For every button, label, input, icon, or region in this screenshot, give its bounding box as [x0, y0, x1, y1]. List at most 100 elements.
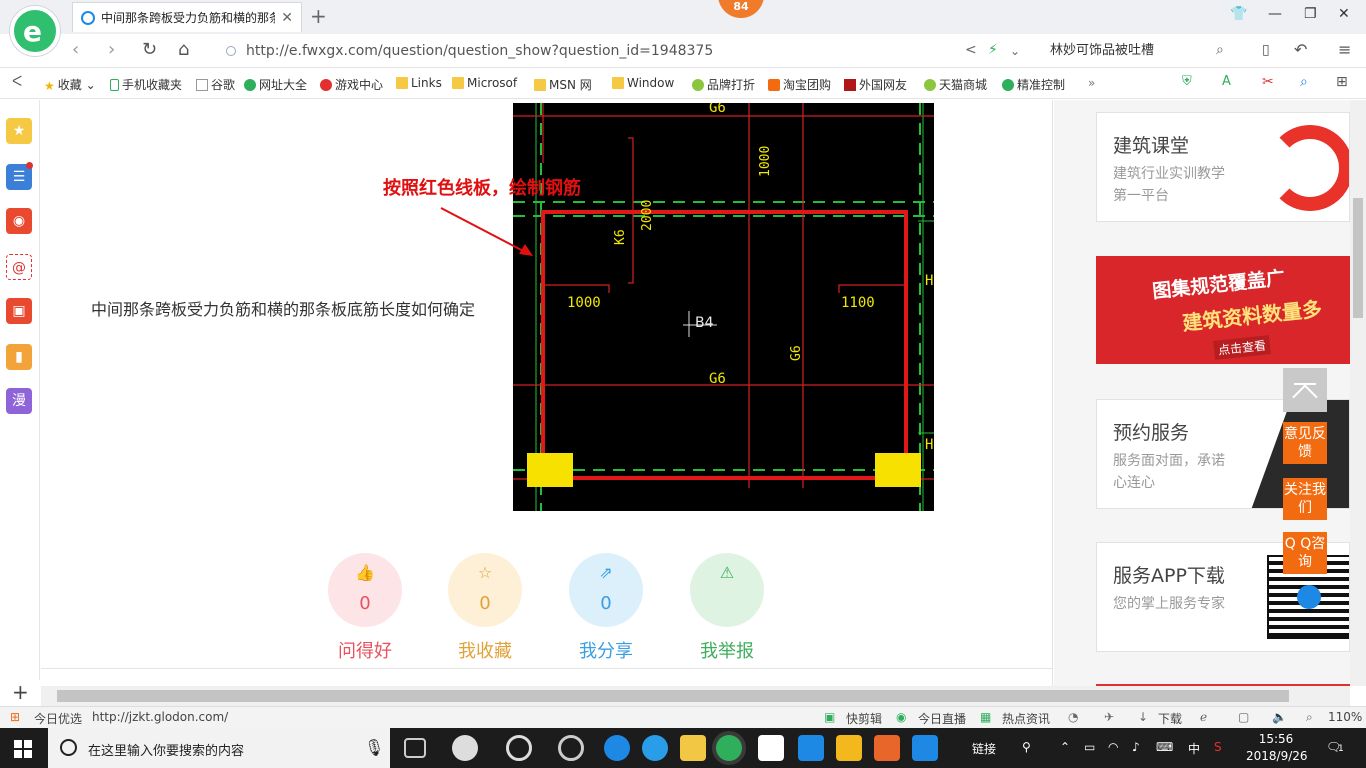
- bookmark-mobile[interactable]: 手机收藏夹: [110, 76, 182, 93]
- horizontal-scroll-thumb[interactable]: [57, 690, 1289, 702]
- course-card[interactable]: 建筑课堂 建筑行业实训教学第一平台: [1096, 112, 1350, 222]
- shield-icon[interactable]: ⛨: [1182, 74, 1192, 89]
- mail-sidebar-icon[interactable]: @: [6, 254, 32, 280]
- maximize-icon[interactable]: ❐: [1304, 6, 1317, 22]
- notification-badge[interactable]: 84: [718, 0, 764, 18]
- weibo-sidebar-icon[interactable]: ◉: [6, 208, 32, 234]
- report-button[interactable]: ⚠ 我举报: [690, 553, 764, 663]
- forward-icon[interactable]: ›: [108, 39, 115, 60]
- download-link[interactable]: 下载: [1158, 710, 1182, 727]
- translate-icon[interactable]: A: [1222, 74, 1231, 89]
- speaker-icon[interactable]: ♪: [1132, 740, 1140, 754]
- search-icon[interactable]: ⌕: [1216, 42, 1224, 58]
- lightning-icon[interactable]: ⚡: [988, 42, 998, 58]
- battery-icon[interactable]: ▭: [1084, 740, 1095, 754]
- undo-icon[interactable]: ↶: [1294, 40, 1307, 59]
- back-icon[interactable]: ‹: [72, 39, 79, 60]
- task-view-icon[interactable]: [404, 738, 426, 758]
- app-ring-icon[interactable]: [558, 735, 584, 761]
- zoom-level[interactable]: 110%: [1328, 710, 1362, 724]
- start-button[interactable]: [14, 740, 32, 758]
- edge-legacy-icon[interactable]: [506, 735, 532, 761]
- speed-icon[interactable]: ◔: [1068, 710, 1078, 724]
- qq-consult-button[interactable]: Q Q咨询: [1283, 532, 1327, 574]
- microphone-icon[interactable]: 🎙: [364, 738, 384, 757]
- more-bookmarks-icon[interactable]: »: [1088, 76, 1095, 90]
- promo-banner[interactable]: 图集规范覆盖广 建筑资料数量多 点击查看: [1096, 256, 1350, 364]
- browser-tab[interactable]: 中间那条跨板受力负筋和横的那条 ✕: [72, 2, 302, 32]
- bookmark-brand-discount[interactable]: 品牌打折: [692, 76, 755, 93]
- share-icon[interactable]: <: [965, 42, 977, 58]
- bookmark-hao123[interactable]: 网址大全: [244, 76, 307, 93]
- vertical-scroll-thumb[interactable]: [1353, 198, 1363, 318]
- g-app-icon[interactable]: [798, 735, 824, 761]
- bookmark-taobao[interactable]: 淘宝团购: [768, 76, 831, 93]
- horizontal-scrollbar[interactable]: [41, 686, 1350, 706]
- close-window-icon[interactable]: ✕: [1338, 6, 1350, 22]
- bookmark-tmall[interactable]: 天猫商城: [924, 76, 987, 93]
- live-link[interactable]: 今日直播: [918, 710, 966, 727]
- bookmark-foreign[interactable]: 外国网友: [844, 76, 907, 93]
- volume-icon[interactable]: 🔈: [1272, 710, 1287, 724]
- home-icon[interactable]: ⌂: [178, 39, 189, 60]
- bookmark-microsoft[interactable]: Microsof: [452, 76, 517, 90]
- follow-us-button[interactable]: 关注我们: [1283, 478, 1327, 520]
- url-input[interactable]: http://e.fwxgx.com/question/question_sho…: [220, 38, 990, 64]
- share-button[interactable]: ⇗ 0 我分享: [569, 553, 643, 663]
- pin-icon[interactable]: ✈: [1104, 710, 1114, 724]
- favorites-sidebar-icon[interactable]: ★: [6, 118, 32, 144]
- quick-clip-link[interactable]: 快剪辑: [846, 710, 882, 727]
- wifi-icon[interactable]: ◠: [1108, 740, 1118, 754]
- taskbar-search-box[interactable]: 在这里输入你要搜索的内容 🎙: [48, 728, 390, 768]
- game-sidebar-icon[interactable]: ▣: [6, 298, 32, 324]
- add-icon[interactable]: +: [12, 680, 29, 704]
- window-icon[interactable]: ▢: [1238, 710, 1249, 724]
- back-to-top-button[interactable]: [1283, 368, 1327, 412]
- bookmark-windows[interactable]: Window: [612, 76, 674, 90]
- vertical-scrollbar[interactable]: [1350, 100, 1366, 686]
- keyboard-icon[interactable]: ⌨: [1156, 740, 1173, 754]
- tool-icon[interactable]: [912, 735, 938, 761]
- bookmark-google[interactable]: 谷歌: [196, 76, 235, 93]
- close-tab-icon[interactable]: ✕: [281, 10, 293, 26]
- minimize-icon[interactable]: —: [1268, 6, 1282, 22]
- bookmark-precise[interactable]: 精准控制: [1002, 76, 1065, 93]
- new-tab-button[interactable]: +: [310, 4, 327, 28]
- skin-icon[interactable]: 👕: [1230, 6, 1247, 22]
- hot-news-link[interactable]: 热点资讯: [1002, 710, 1050, 727]
- bookmark-links[interactable]: Links: [396, 76, 442, 90]
- notes-icon[interactable]: [836, 735, 862, 761]
- search-input[interactable]: 林妙可饰品被吐槽: [1040, 38, 1240, 64]
- browser-taskbar-icon[interactable]: [716, 735, 742, 761]
- feedback-button[interactable]: 意见反馈: [1283, 422, 1327, 464]
- mail-taskbar-icon[interactable]: [758, 735, 784, 761]
- tray-up-icon[interactable]: ⌃: [1060, 740, 1070, 754]
- today-picks-link[interactable]: 今日优选: [34, 710, 82, 727]
- phone-icon[interactable]: ▯: [1262, 42, 1270, 58]
- fan-app-icon[interactable]: [452, 735, 478, 761]
- ime-indicator[interactable]: 中: [1188, 740, 1200, 757]
- good-question-button[interactable]: 👍 0 问得好: [328, 553, 402, 663]
- file-explorer-icon[interactable]: [680, 735, 706, 761]
- ie-taskbar-icon[interactable]: [642, 735, 668, 761]
- refresh-icon[interactable]: ↻: [142, 39, 157, 60]
- browser-logo-icon[interactable]: e: [10, 6, 60, 56]
- taskbar-clock[interactable]: 15:56 2018/9/26: [1246, 731, 1308, 765]
- sogou-icon[interactable]: S: [1214, 740, 1222, 754]
- scissors-icon[interactable]: ✂: [1262, 74, 1274, 90]
- magnifier-icon[interactable]: ⌕: [1300, 74, 1308, 90]
- book-sidebar-icon[interactable]: ▮: [6, 344, 32, 370]
- sidebar-toggle-icon[interactable]: ᐸ: [12, 74, 22, 90]
- manga-sidebar-icon[interactable]: 漫: [6, 388, 32, 414]
- apps-icon[interactable]: ⊞: [1336, 74, 1348, 90]
- menu-icon[interactable]: ≡: [1338, 40, 1351, 59]
- bookmark-msn[interactable]: MSN 网: [534, 76, 592, 93]
- collect-button[interactable]: ☆ 0 我收藏: [448, 553, 522, 663]
- people-icon[interactable]: ⚲: [1022, 740, 1031, 754]
- links-label[interactable]: 链接: [972, 740, 996, 757]
- pdf-icon[interactable]: [874, 735, 900, 761]
- bookmark-games[interactable]: 游戏中心: [320, 76, 383, 93]
- bookmark-favorites[interactable]: ★ 收藏 ⌄: [44, 76, 96, 93]
- edge-icon[interactable]: [604, 735, 630, 761]
- ie-icon[interactable]: ℯ: [1200, 710, 1207, 724]
